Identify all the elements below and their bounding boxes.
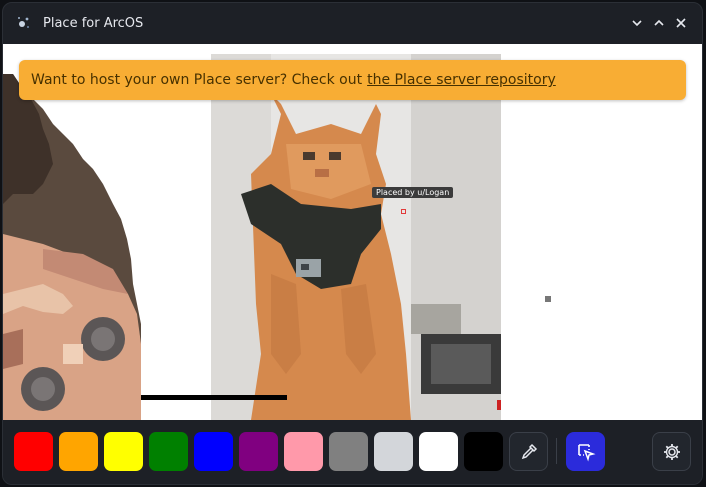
window-controls <box>630 16 688 30</box>
color-swatch-pink[interactable] <box>284 432 323 471</box>
placed-pixel-line <box>141 395 287 400</box>
color-swatch-black[interactable] <box>464 432 503 471</box>
color-swatch-green[interactable] <box>149 432 188 471</box>
settings-button[interactable] <box>652 432 691 471</box>
maximize-chevron-icon[interactable] <box>652 16 666 30</box>
select-mode-button[interactable] <box>566 432 605 471</box>
pixel-art-cat <box>211 54 501 420</box>
color-swatch-white[interactable] <box>419 432 458 471</box>
eyedropper-button[interactable] <box>509 432 548 471</box>
app-logo-icon <box>18 17 29 28</box>
banner-text: Want to host your own Place server? Chec… <box>31 72 363 88</box>
app-window: Place for ArcOS Want to host your own Pl… <box>2 2 703 485</box>
toolbar-divider <box>556 438 557 464</box>
cursor-select-icon <box>577 443 596 462</box>
pixel-author-tooltip: Placed by u/Logan <box>372 187 454 198</box>
color-swatch-red[interactable] <box>14 432 53 471</box>
placed-pixel <box>545 296 551 302</box>
gear-icon <box>663 443 680 460</box>
window-title: Place for ArcOS <box>43 15 144 31</box>
color-swatch-yellow[interactable] <box>104 432 143 471</box>
close-icon[interactable] <box>674 16 688 30</box>
bottom-toolbar <box>3 420 702 484</box>
pixel-art-left-fragment <box>3 74 141 420</box>
server-repository-link[interactable]: the Place server repository <box>367 72 556 88</box>
minimize-chevron-icon[interactable] <box>630 16 644 30</box>
color-swatch-gray[interactable] <box>329 432 368 471</box>
color-swatch-orange[interactable] <box>59 432 98 471</box>
pixel-selection-box <box>401 209 406 214</box>
color-swatch-light-gray[interactable] <box>374 432 413 471</box>
color-swatch-purple[interactable] <box>239 432 278 471</box>
title-bar: Place for ArcOS <box>3 3 702 43</box>
host-server-banner: Want to host your own Place server? Chec… <box>19 60 686 100</box>
place-canvas[interactable]: Want to host your own Place server? Chec… <box>3 44 702 420</box>
color-swatch-blue[interactable] <box>194 432 233 471</box>
eyedropper-icon <box>521 443 537 459</box>
